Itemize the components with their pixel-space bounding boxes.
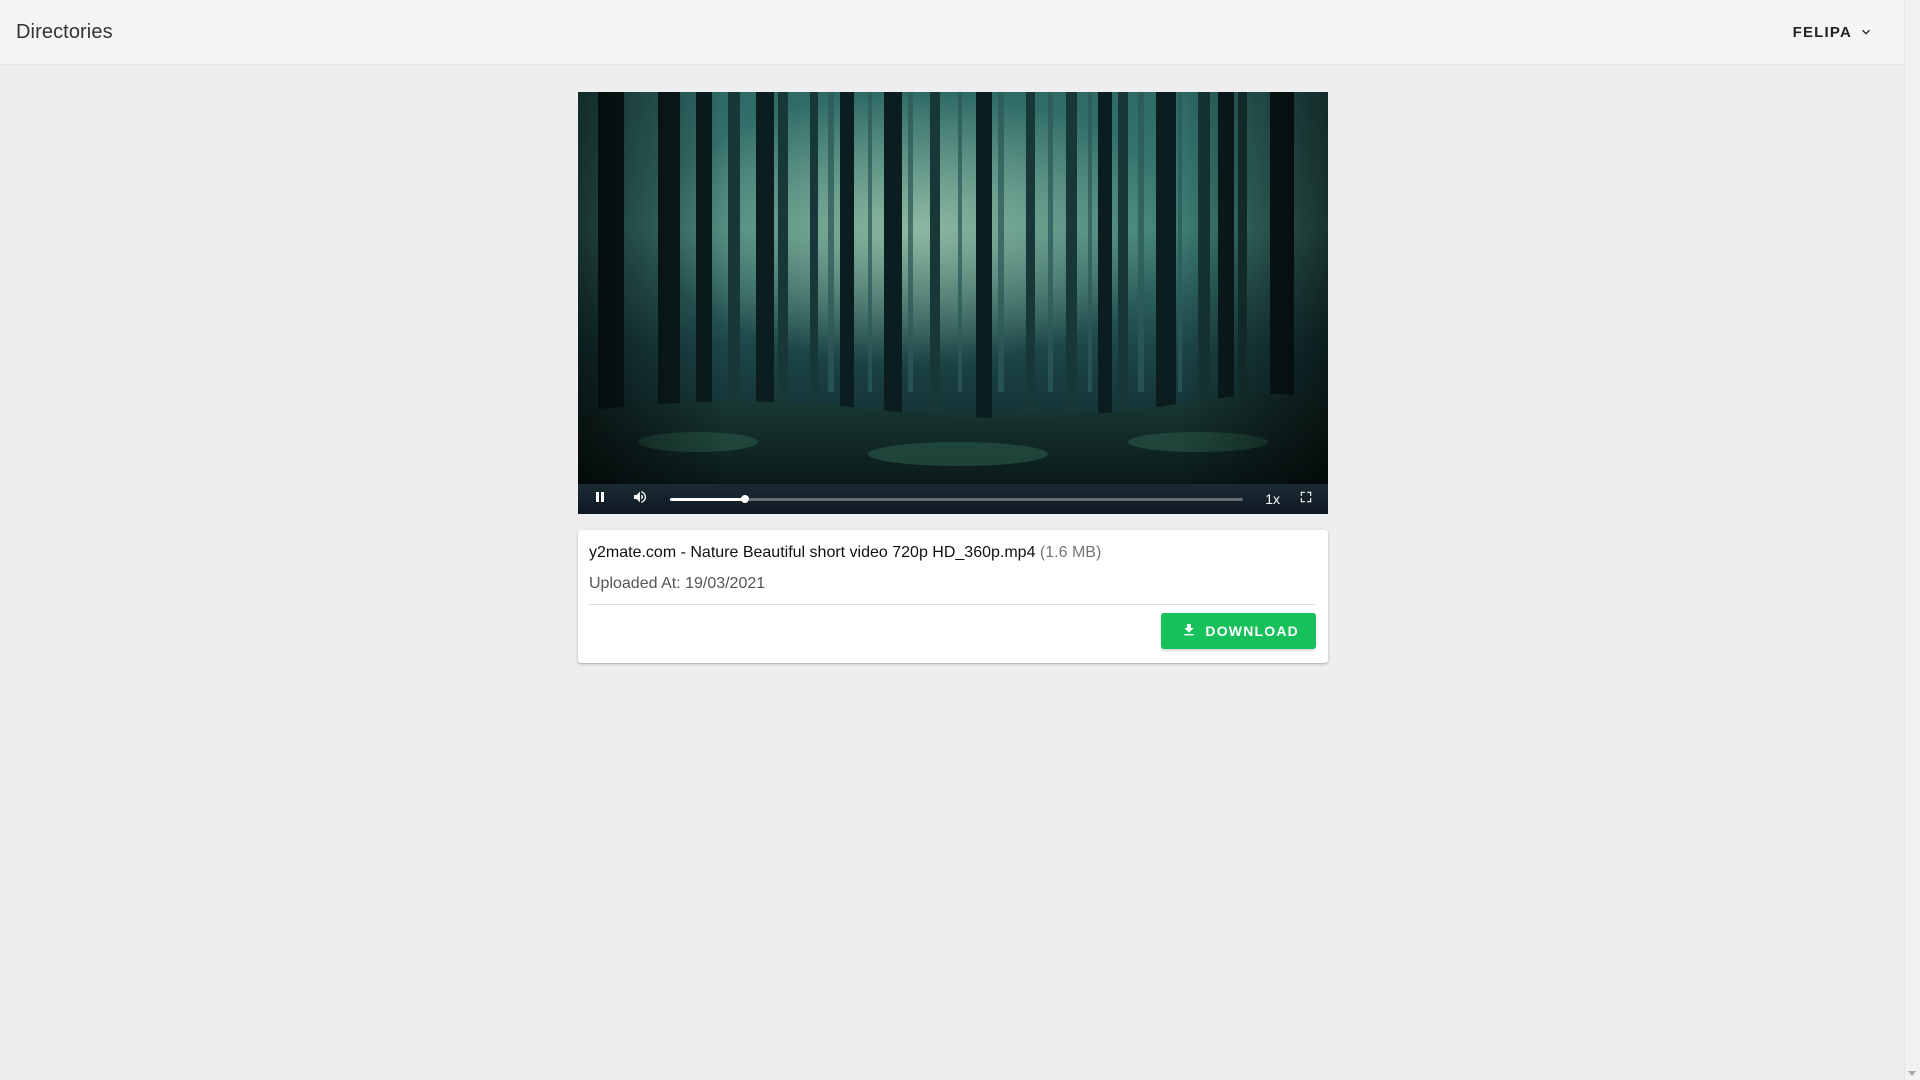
file-info-card: y2mate.com - Nature Beautiful short vide… — [578, 530, 1328, 663]
file-size: (1.6 MB) — [1039, 544, 1102, 561]
card-divider — [589, 604, 1316, 605]
pause-button[interactable] — [588, 487, 612, 511]
playback-speed-button[interactable]: 1x — [1265, 491, 1280, 507]
pause-icon — [593, 490, 607, 509]
fullscreen-button[interactable] — [1294, 487, 1318, 511]
page-title: Directories — [16, 20, 113, 43]
fullscreen-icon — [1299, 490, 1313, 509]
video-controls: 1x — [578, 484, 1328, 514]
video-player[interactable]: 1x — [578, 92, 1328, 514]
file-name: y2mate.com - Nature Beautiful short vide… — [589, 544, 1036, 561]
card-actions: DOWNLOAD — [589, 613, 1316, 649]
download-icon — [1181, 622, 1197, 641]
volume-button[interactable] — [628, 487, 652, 511]
file-title-line: y2mate.com - Nature Beautiful short vide… — [589, 542, 1316, 564]
volume-icon — [632, 489, 648, 510]
upload-date: Uploaded At: 19/03/2021 — [589, 575, 766, 592]
page-scrollbar[interactable] — [1904, 0, 1920, 1080]
user-name: FELIPA — [1792, 23, 1852, 41]
video-progress-bar[interactable] — [670, 494, 1244, 503]
user-menu-button[interactable]: FELIPA — [1793, 24, 1874, 41]
scroll-down-arrow-icon[interactable] — [1908, 1071, 1916, 1076]
video-progress-thumb[interactable] — [740, 494, 749, 503]
video-frame[interactable] — [578, 92, 1328, 484]
download-button[interactable]: DOWNLOAD — [1161, 613, 1316, 649]
chevron-down-icon — [1858, 24, 1874, 40]
download-label: DOWNLOAD — [1205, 623, 1299, 639]
video-progress-fill — [670, 497, 745, 501]
top-app-bar: Directories FELIPA — [0, 0, 1904, 64]
